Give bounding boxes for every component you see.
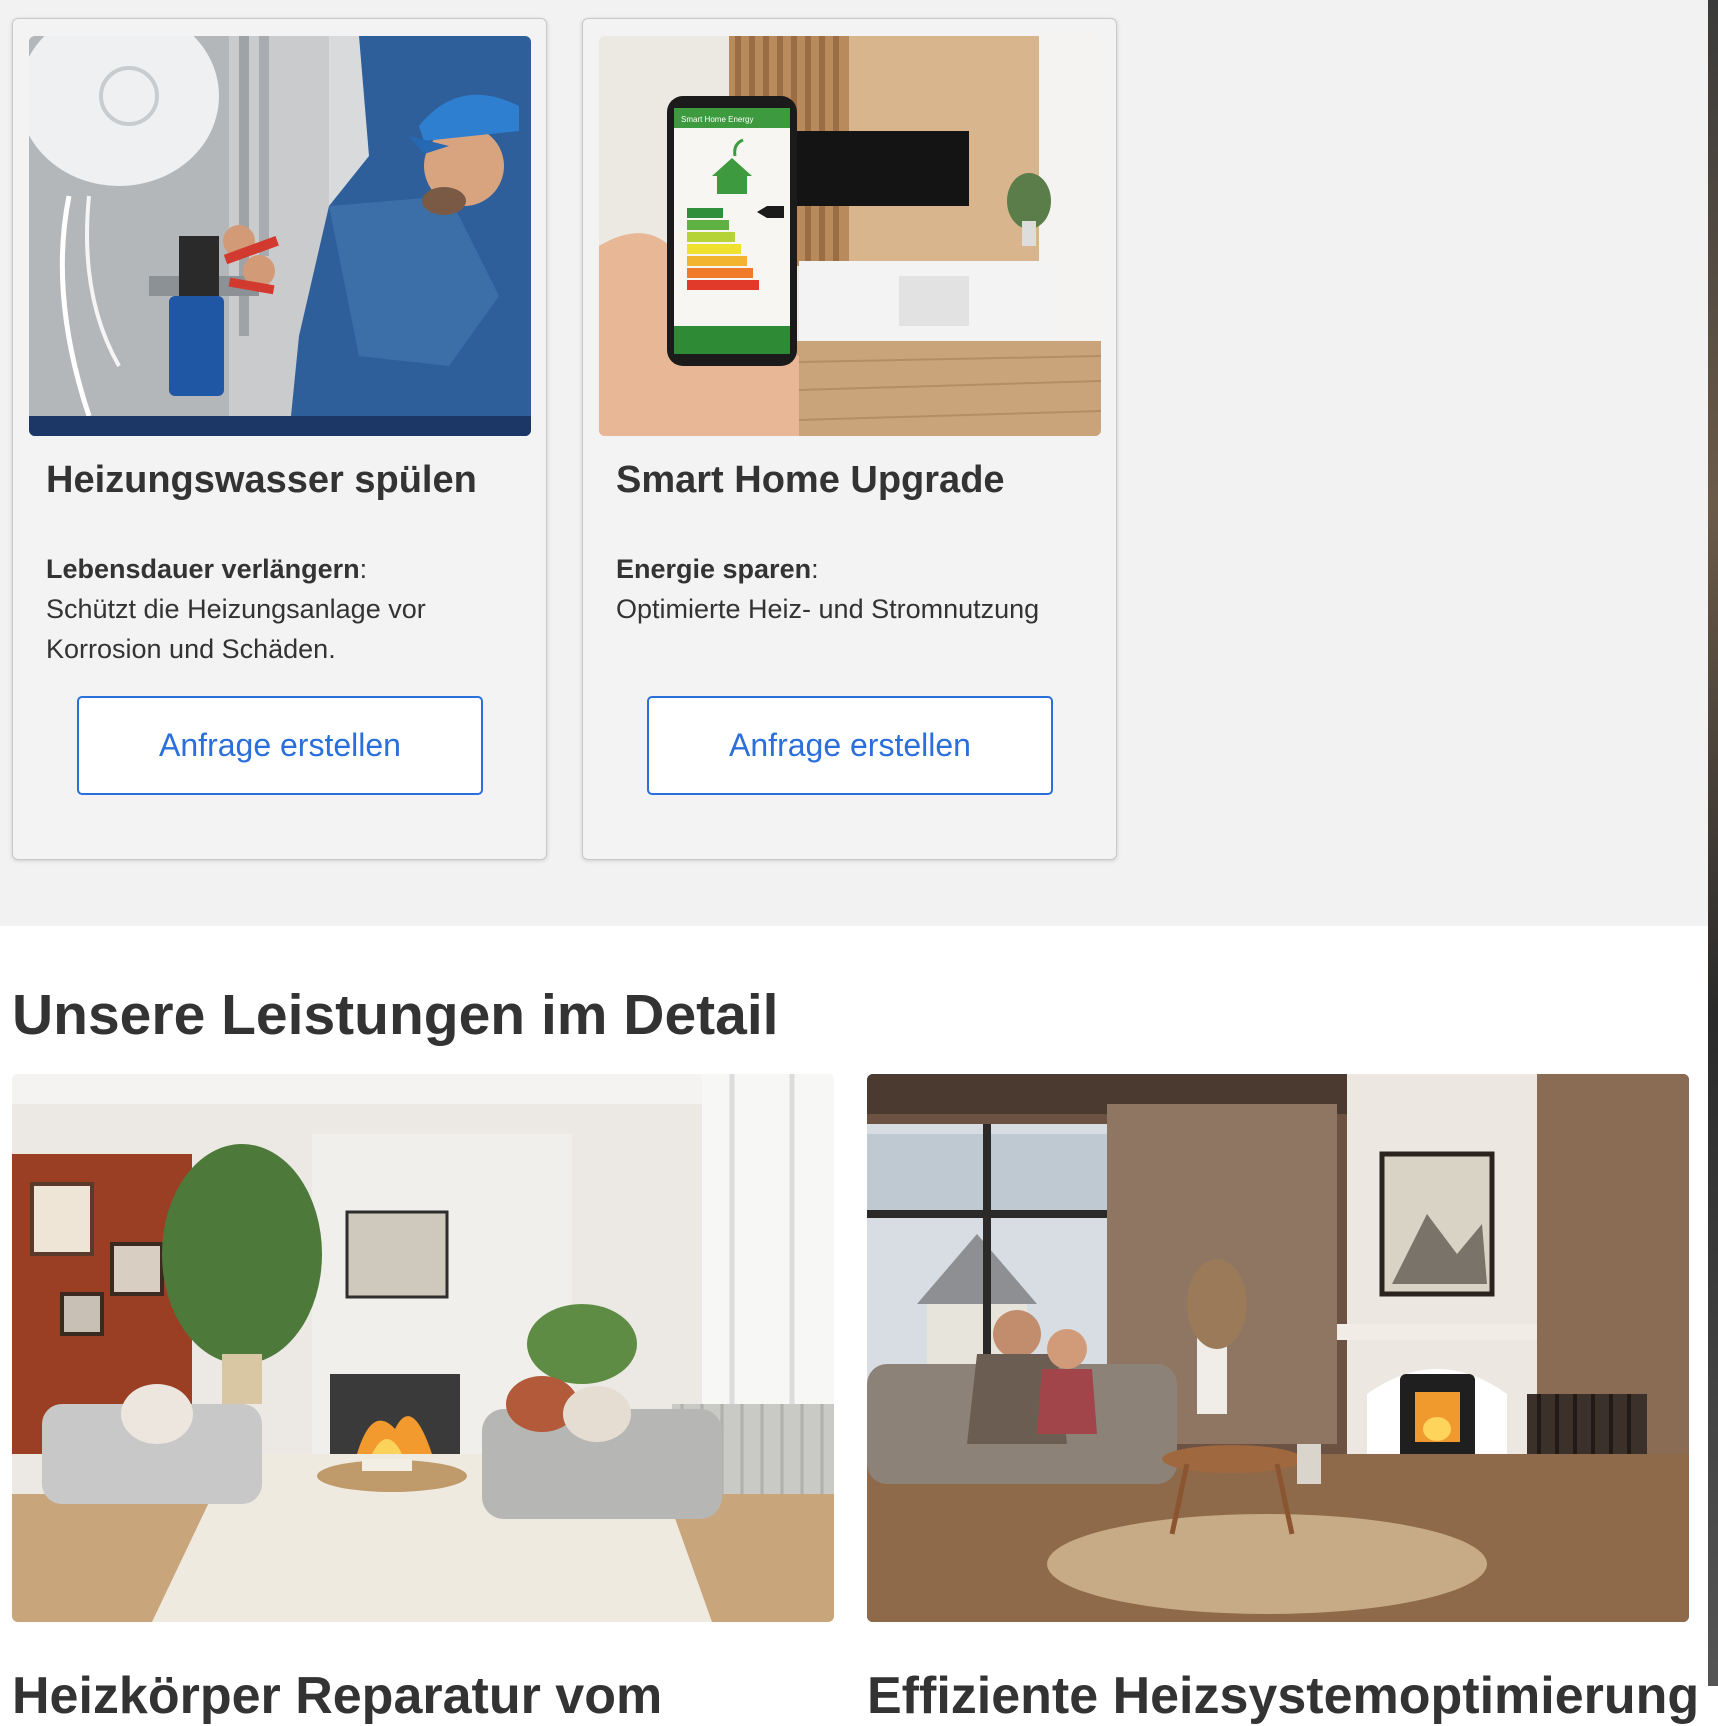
plumber-image xyxy=(29,36,531,436)
detail-title: Effiziente Heizsystemoptimierung xyxy=(867,1667,1700,1725)
svg-text:Smart Home Energy: Smart Home Energy xyxy=(681,115,753,124)
service-card-smart-home: Smart Home Energy Smart Home Upgrade Ene… xyxy=(582,18,1117,860)
benefit-label: Lebensdauer verlängern xyxy=(46,554,360,584)
cozy-room-image xyxy=(867,1074,1689,1622)
benefit-label: Energie sparen xyxy=(616,554,812,584)
card-title: Heizungswasser spülen xyxy=(46,459,477,501)
card-title: Smart Home Upgrade xyxy=(616,459,1005,501)
card-description: Energie sparen: Optimierte Heiz- und Str… xyxy=(616,549,1086,629)
card-description: Lebensdauer verlängern: Schützt die Heiz… xyxy=(46,549,516,669)
benefit-colon: : xyxy=(359,554,368,584)
benefit-text: Optimierte Heiz- und Stromnutzung xyxy=(616,594,1040,624)
benefit-colon: : xyxy=(811,554,819,584)
request-button[interactable]: Anfrage erstellen xyxy=(77,696,483,795)
smart-home-image: Smart Home Energy xyxy=(599,36,1101,436)
living-room-image xyxy=(12,1074,834,1622)
benefit-text: Schützt die Heizungsanlage vor Korrosion… xyxy=(46,594,426,664)
request-button[interactable]: Anfrage erstellen xyxy=(647,696,1053,795)
detail-title: Heizkörper Reparatur vom xyxy=(12,1667,663,1725)
page-edge xyxy=(1708,0,1718,1686)
service-card-heating-water: Heizungswasser spülen Lebensdauer verlän… xyxy=(12,18,547,860)
section-title: Unsere Leistungen im Detail xyxy=(12,983,779,1047)
